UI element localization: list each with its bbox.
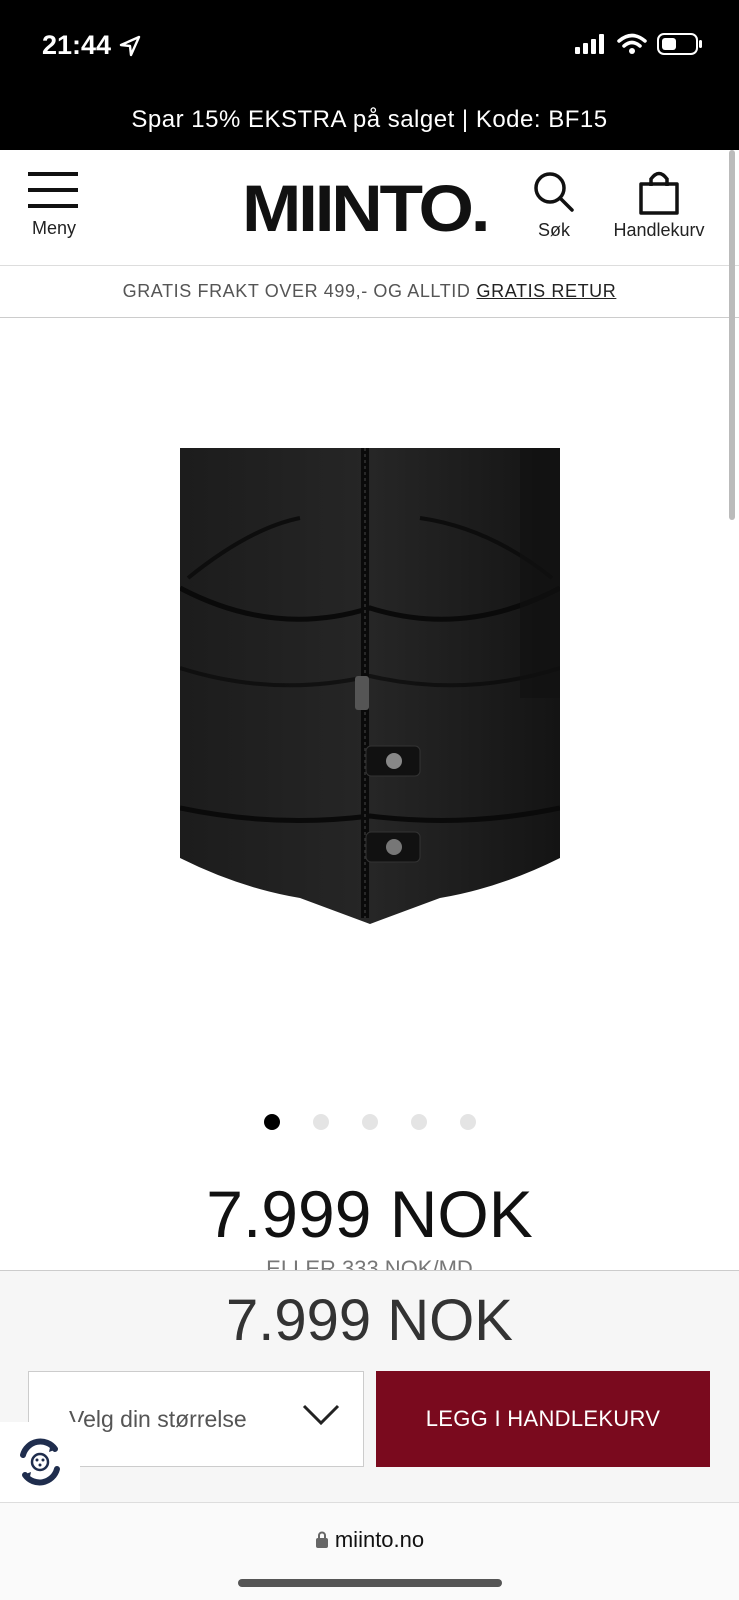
installment-price: ELLER 333 NOK/MD (266, 1256, 473, 1270)
clock: 21:44 (42, 30, 112, 60)
carousel-dot[interactable] (312, 1114, 329, 1130)
promo-banner[interactable]: Spar 15% EKSTRA på salget | Kode: BF15 (0, 90, 739, 150)
wifi-icon (617, 33, 647, 54)
product-image[interactable] (180, 448, 560, 924)
status-time: 21:44 (42, 30, 141, 61)
size-select-placeholder: Velg din størrelse (69, 1405, 247, 1432)
search-icon (534, 172, 574, 212)
sticky-buy-bar: 7.999 NOK Velg din størrelse LEGG I HAND… (0, 1270, 739, 1502)
site-header: Meny MIINTO. Søk Handlekurv (0, 150, 739, 266)
browser-bar: miinto.no (0, 1502, 739, 1600)
chat-widget-button[interactable] (0, 1422, 80, 1502)
lock-icon (315, 1531, 328, 1548)
home-indicator[interactable] (238, 1579, 502, 1587)
carousel-dots (0, 1114, 739, 1130)
sticky-price: 7.999 NOK (226, 1288, 513, 1353)
address-bar[interactable]: miinto.no (0, 1527, 739, 1553)
promo-text: Spar 15% EKSTRA på salget | Kode: BF15 (131, 106, 608, 133)
carousel-dot[interactable] (263, 1114, 280, 1130)
product-price: 7.999 NOK (206, 1177, 533, 1251)
status-icons (575, 32, 703, 56)
signal-icon (575, 34, 604, 54)
add-to-cart-button[interactable]: LEGG I HANDLEKURV (376, 1371, 710, 1467)
shipping-info: GRATIS FRAKT OVER 499,- OG ALLTID GRATIS… (0, 266, 739, 318)
hamburger-icon (28, 172, 78, 210)
battery-icon (657, 33, 702, 55)
carousel-dot[interactable] (410, 1114, 427, 1130)
search-label: Søk (537, 220, 570, 240)
free-return-link[interactable]: GRATIS RETUR (477, 281, 617, 302)
cart-button[interactable]: Handlekurv (604, 170, 714, 241)
support-chat-icon (20, 1438, 60, 1486)
menu-button[interactable]: Meny (28, 172, 80, 239)
menu-label: Meny (31, 218, 76, 238)
shopping-bag-icon (639, 171, 679, 215)
status-bar: 21:44 (0, 0, 739, 90)
search-button[interactable]: Søk (528, 170, 580, 241)
logo[interactable]: MIINTO. (242, 170, 491, 246)
shipping-text: GRATIS FRAKT OVER 499,- OG ALLTID (122, 281, 471, 301)
page-scrollbar[interactable] (729, 150, 735, 520)
carousel-dot[interactable] (361, 1114, 378, 1130)
cart-label: Handlekurv (613, 220, 705, 240)
carousel-dot[interactable] (459, 1114, 476, 1130)
chevron-down-icon (302, 1404, 340, 1426)
location-arrow-icon (119, 35, 141, 56)
url-text: miinto.no (334, 1527, 425, 1552)
